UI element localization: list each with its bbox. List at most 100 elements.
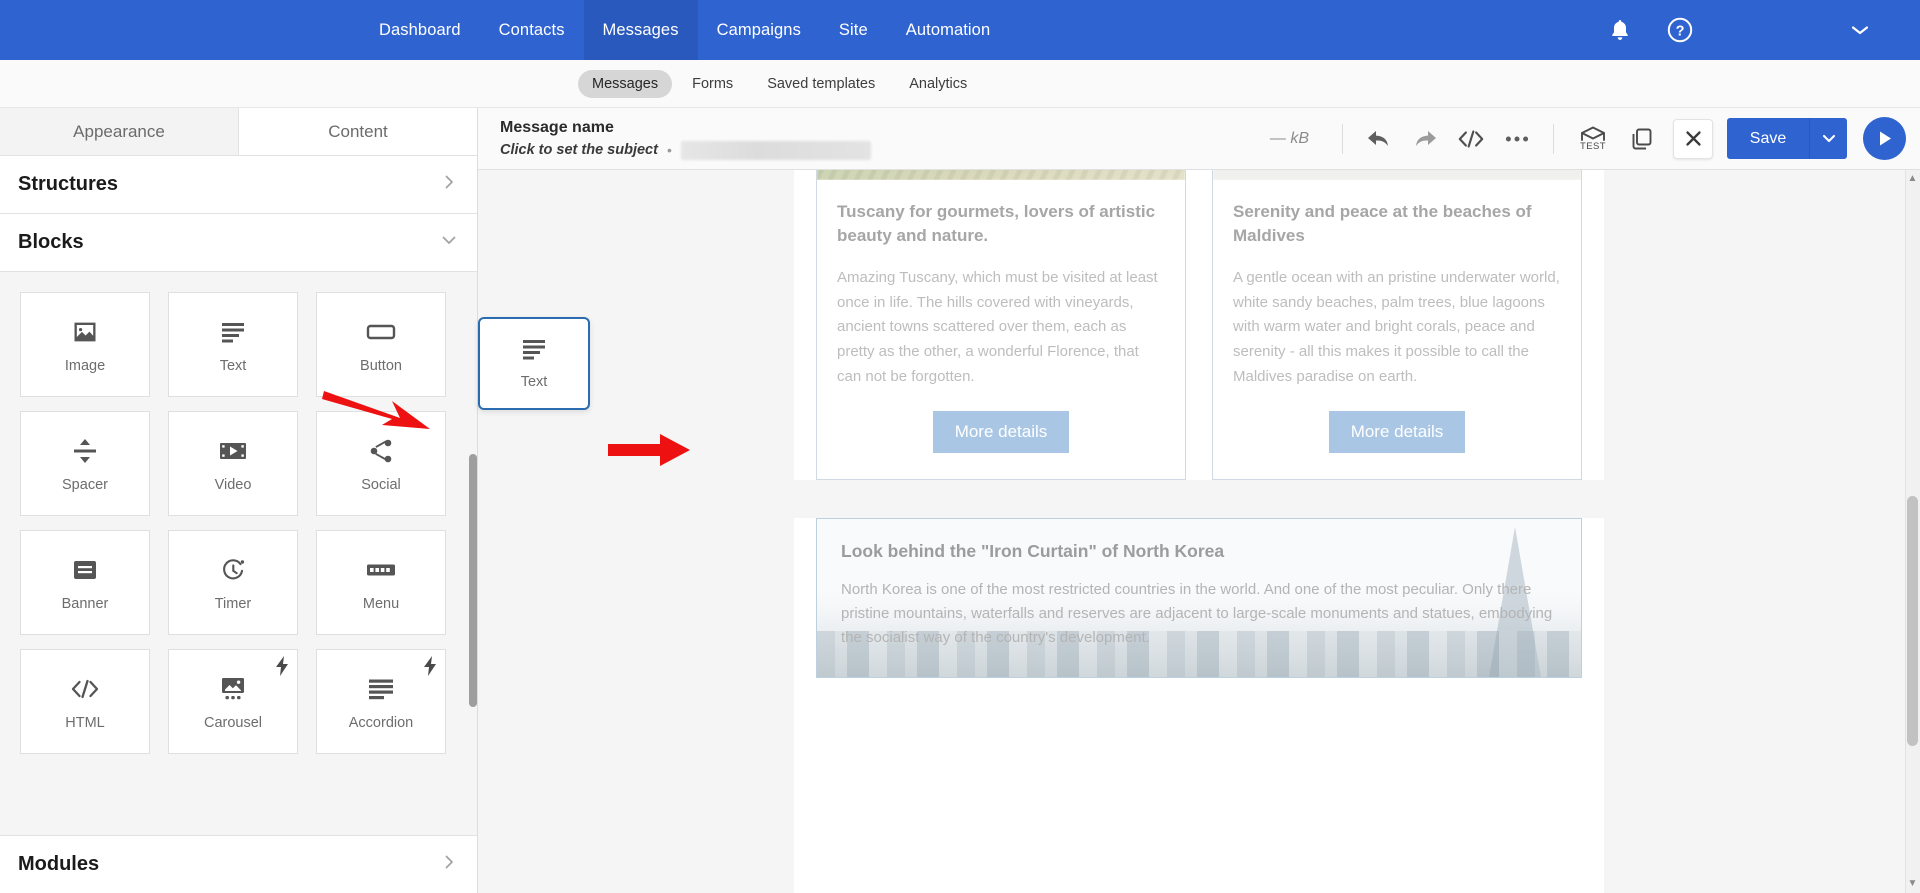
chevron-right-icon xyxy=(441,173,457,196)
save-button[interactable]: Save xyxy=(1727,118,1809,159)
code-icon xyxy=(70,672,100,706)
block-label: Button xyxy=(360,358,402,374)
subject-placeholder: Click to set the subject xyxy=(500,142,658,158)
save-label: Save xyxy=(1749,129,1787,147)
block-timer[interactable]: Timer xyxy=(168,530,298,635)
cta-wrapper: More details xyxy=(1233,411,1561,454)
nav-item-site[interactable]: Site xyxy=(820,0,887,60)
subject-row[interactable]: Click to set the subject • xyxy=(500,140,871,160)
block-spacer[interactable]: Spacer xyxy=(20,411,150,516)
nav-item-campaigns[interactable]: Campaigns xyxy=(698,0,820,60)
subnav-item-forms[interactable]: Forms xyxy=(678,70,747,98)
top-navigation-bar: Dashboard Contacts Messages Campaigns Si… xyxy=(0,0,1920,60)
block-social[interactable]: Social xyxy=(316,411,446,516)
block-carousel[interactable]: Carousel xyxy=(168,649,298,754)
tab-label: Appearance xyxy=(73,121,165,141)
accordion-icon xyxy=(367,672,395,706)
email-preview-canvas[interactable]: Tuscany for gourmets, lovers of artistic… xyxy=(478,170,1920,893)
tuscany-image xyxy=(817,170,1185,180)
column-text: Amazing Tuscany, which must be visited a… xyxy=(837,269,1158,385)
separator-dot: • xyxy=(666,142,672,158)
nav-item-contacts[interactable]: Contacts xyxy=(480,0,584,60)
nav-item-dashboard[interactable]: Dashboard xyxy=(360,0,480,60)
button-icon xyxy=(366,315,396,349)
block-button[interactable]: Button xyxy=(316,292,446,397)
scroll-down-arrow-icon[interactable]: ▼ xyxy=(1907,879,1918,889)
test-label: TEST xyxy=(1580,140,1606,152)
more-icon[interactable] xyxy=(1494,117,1540,161)
maldives-image xyxy=(1213,170,1581,180)
video-icon xyxy=(219,434,247,468)
play-icon[interactable] xyxy=(1863,117,1906,160)
nav-item-messages[interactable]: Messages xyxy=(583,0,698,60)
save-button-group: Save xyxy=(1727,118,1847,159)
subnav-item-messages[interactable]: Messages xyxy=(578,69,673,98)
block-html[interactable]: HTML xyxy=(20,649,150,754)
block-text[interactable]: Text xyxy=(168,292,298,397)
nav-item-label: Automation xyxy=(905,20,991,39)
help-icon[interactable]: ? xyxy=(1650,0,1710,60)
drag-ghost-label: Text xyxy=(520,373,548,390)
editor-toolbar: Message name Click to set the subject • … xyxy=(478,108,1920,170)
subnav-item-label: Forms xyxy=(692,75,734,92)
block-label: Text xyxy=(219,358,247,374)
chevron-down-icon[interactable] xyxy=(1800,0,1920,60)
send-test-button[interactable]: TEST xyxy=(1567,116,1619,162)
block-image[interactable]: Image xyxy=(20,292,150,397)
nav-item-automation[interactable]: Automation xyxy=(887,0,1009,60)
block-video[interactable]: Video xyxy=(168,411,298,516)
section-structures[interactable]: Structures xyxy=(0,156,477,214)
blocks-scrollbar[interactable] xyxy=(469,454,477,707)
nav-item-label: Site xyxy=(838,20,868,39)
tab-content[interactable]: Content xyxy=(239,108,477,155)
more-details-button[interactable]: More details xyxy=(1328,411,1466,454)
blocks-grid: Image Text Button Spacer Video Social Ba… xyxy=(0,284,477,764)
nav-item-label: Dashboard xyxy=(379,20,461,39)
row-gap xyxy=(794,480,1604,519)
block-label: Image xyxy=(64,358,106,374)
subnav-item-label: Saved templates xyxy=(767,75,876,92)
svg-text:?: ? xyxy=(1676,23,1685,39)
timer-icon xyxy=(220,553,247,587)
email-column-tuscany[interactable]: Tuscany for gourmets, lovers of artistic… xyxy=(816,170,1186,481)
topnav-items: Dashboard Contacts Messages Campaigns Si… xyxy=(360,0,1009,60)
block-label: Timer xyxy=(214,596,252,612)
drag-ghost-text-block[interactable]: Text xyxy=(478,317,590,410)
block-menu[interactable]: Menu xyxy=(316,530,446,635)
scroll-up-arrow-icon[interactable]: ▲ xyxy=(1907,174,1918,184)
chevron-down-icon xyxy=(441,231,457,254)
block-banner[interactable]: Banner xyxy=(20,530,150,635)
section-modules[interactable]: Modules xyxy=(0,835,477,893)
block-accordion[interactable]: Accordion xyxy=(316,649,446,754)
duplicate-icon[interactable] xyxy=(1619,117,1665,161)
section-blocks[interactable]: Blocks xyxy=(0,214,477,272)
maldives-body: Serenity and peace at the beaches of Mal… xyxy=(1213,180,1581,479)
feature-title: Look behind the "Iron Curtain" of North … xyxy=(841,541,1225,562)
block-label: Social xyxy=(361,477,401,493)
email-block-north-korea[interactable]: Look behind the "Iron Curtain" of North … xyxy=(816,518,1582,679)
email-column-maldives[interactable]: Serenity and peace at the beaches of Mal… xyxy=(1212,170,1582,481)
share-icon xyxy=(368,434,394,468)
block-label: Menu xyxy=(362,596,400,612)
column-title: Serenity and peace at the beaches of Mal… xyxy=(1233,202,1532,246)
text-lines-icon xyxy=(521,338,547,365)
more-details-button[interactable]: More details xyxy=(932,411,1070,454)
text-lines-icon xyxy=(220,315,246,349)
tab-appearance[interactable]: Appearance xyxy=(0,108,239,155)
close-icon[interactable] xyxy=(1673,118,1713,159)
subnav-item-analytics[interactable]: Analytics xyxy=(895,70,981,98)
redo-icon[interactable] xyxy=(1402,117,1448,161)
canvas-scrollbar-thumb[interactable] xyxy=(1907,496,1918,746)
canvas-scrollbar-track[interactable]: ▲ ▼ xyxy=(1905,170,1920,893)
two-column-row: Tuscany for gourmets, lovers of artistic… xyxy=(794,170,1604,481)
bell-icon[interactable] xyxy=(1590,0,1650,60)
undo-icon[interactable] xyxy=(1356,117,1402,161)
column-text: A gentle ocean with an pristine underwat… xyxy=(1233,269,1560,385)
image-icon xyxy=(71,315,99,349)
blurred-subject-value xyxy=(680,140,871,160)
subnav-item-saved-templates[interactable]: Saved templates xyxy=(753,70,889,98)
north-korea-content: Look behind the "Iron Curtain" of North … xyxy=(817,519,1581,672)
chevron-down-icon[interactable] xyxy=(1809,118,1847,159)
code-icon[interactable] xyxy=(1448,117,1494,161)
block-label: Carousel xyxy=(203,715,263,731)
